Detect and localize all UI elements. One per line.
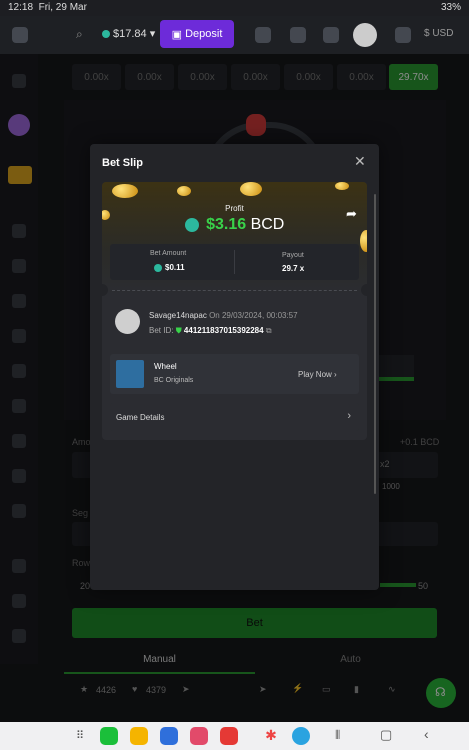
bet-amount-value: $0.11 [165, 263, 185, 272]
wheel-game-thumbnail [116, 360, 144, 388]
chevron-right-icon: › [334, 370, 337, 379]
apps-grid-icon[interactable]: ⠿ [76, 729, 84, 742]
menu-icon[interactable] [12, 27, 28, 43]
status-date: Fri, 29 Mar [38, 2, 87, 13]
bet-id-label: Bet ID: [149, 326, 174, 335]
bet-amount: $0.11 [154, 263, 185, 272]
play-now-label: Play Now [298, 370, 332, 379]
coin-decoration [112, 184, 138, 198]
recents-icon[interactable]: ⦀ [335, 728, 340, 743]
status-battery: 33% [440, 2, 461, 13]
telegram-app-icon[interactable] [292, 727, 310, 745]
game-provider: BC Originals [154, 377, 194, 384]
system-nav-bar: ⠿ ✱ ⦀ ▢ ‹ [0, 722, 469, 750]
bet-stats: Bet Amount $0.11 Payout 29.7 x [110, 244, 359, 280]
flipboard-app-icon[interactable] [220, 727, 238, 745]
game-details-label: Game Details [116, 413, 165, 422]
coin-icon [102, 30, 110, 39]
user-avatar[interactable] [115, 309, 140, 334]
bcd-coin-icon [184, 217, 199, 232]
messages-app-icon[interactable] [160, 727, 178, 745]
modal-scrollbar[interactable] [374, 194, 376, 494]
profit-value: $3.16 [206, 216, 247, 233]
chevron-right-icon: › [347, 410, 351, 422]
game-details-row[interactable]: Game Details › [110, 403, 359, 431]
files-app-icon[interactable] [130, 727, 148, 745]
globe-icon[interactable] [395, 27, 411, 43]
coin-decoration [240, 182, 262, 196]
slack-app-icon[interactable]: ✱ [262, 727, 280, 745]
dashed-divider [112, 290, 357, 291]
bcd-coin-icon [154, 263, 162, 272]
status-time: 12:18 [8, 2, 34, 13]
search-icon[interactable]: ⌕ [76, 27, 92, 43]
wallet-icon: ▣ [171, 28, 186, 41]
game-row[interactable]: Wheel BC Originals Play Now › [110, 354, 359, 394]
mail-icon[interactable] [255, 27, 271, 43]
bet-slip-modal: Bet Slip ✕ Profit $3.16 BCD ➦ Bet Amount… [90, 144, 379, 590]
share-icon[interactable]: ➦ [346, 206, 357, 222]
username[interactable]: Savage14napac [149, 311, 207, 320]
game-name: Wheel [154, 362, 177, 371]
avatar[interactable] [353, 23, 377, 47]
phone-app-icon[interactable] [100, 727, 118, 745]
bell-icon[interactable] [290, 27, 306, 43]
shield-check-icon: ⛊ [175, 326, 182, 335]
back-icon[interactable]: ‹ [424, 726, 429, 742]
bet-date: On 29/03/2024, 00:03:57 [209, 311, 298, 320]
user-line: Savage14napac On 29/03/2024, 00:03:57 [149, 311, 298, 320]
bet-card: Profit $3.16 BCD ➦ Bet Amount $0.11 Payo… [102, 182, 367, 440]
app-header: ⌕ [0, 16, 469, 54]
balance-value: $17.84 [113, 28, 147, 40]
status-bar: 12:18 Fri, 29 Mar 33% [0, 0, 469, 16]
camera-app-icon[interactable] [190, 727, 208, 745]
play-now-link[interactable]: Play Now › [298, 370, 337, 379]
copy-icon[interactable]: ⧉ [266, 326, 272, 335]
coin-decoration [335, 182, 349, 190]
balance-display[interactable]: $17.84 ▾ [102, 27, 155, 40]
deposit-label: Deposit [185, 28, 223, 40]
profit-currency: BCD [250, 216, 285, 233]
bet-id-value: 441211837015392284 [183, 326, 264, 335]
payout-value: 29.7 x [282, 264, 305, 273]
deposit-button[interactable]: ▣ Deposit [160, 20, 234, 48]
profit-label: Profit [225, 204, 244, 213]
ticket-notch [361, 284, 367, 296]
coin-decoration [177, 186, 191, 196]
chat-icon[interactable] [323, 27, 339, 43]
profit-amount: $3.16 BCD [102, 216, 367, 234]
close-icon[interactable]: ✕ [354, 153, 366, 170]
bet-amount-label: Bet Amount [150, 250, 187, 257]
modal-title: Bet Slip [102, 157, 143, 169]
bet-id-line: Bet ID: ⛊ 441211837015392284 ⧉ [149, 326, 272, 336]
currency-label[interactable]: $ USD [424, 28, 453, 39]
divider [234, 250, 235, 274]
profit-banner: Profit $3.16 BCD ➦ Bet Amount $0.11 Payo… [102, 182, 367, 294]
payout-label: Payout [282, 252, 304, 259]
home-icon[interactable]: ▢ [380, 727, 392, 743]
